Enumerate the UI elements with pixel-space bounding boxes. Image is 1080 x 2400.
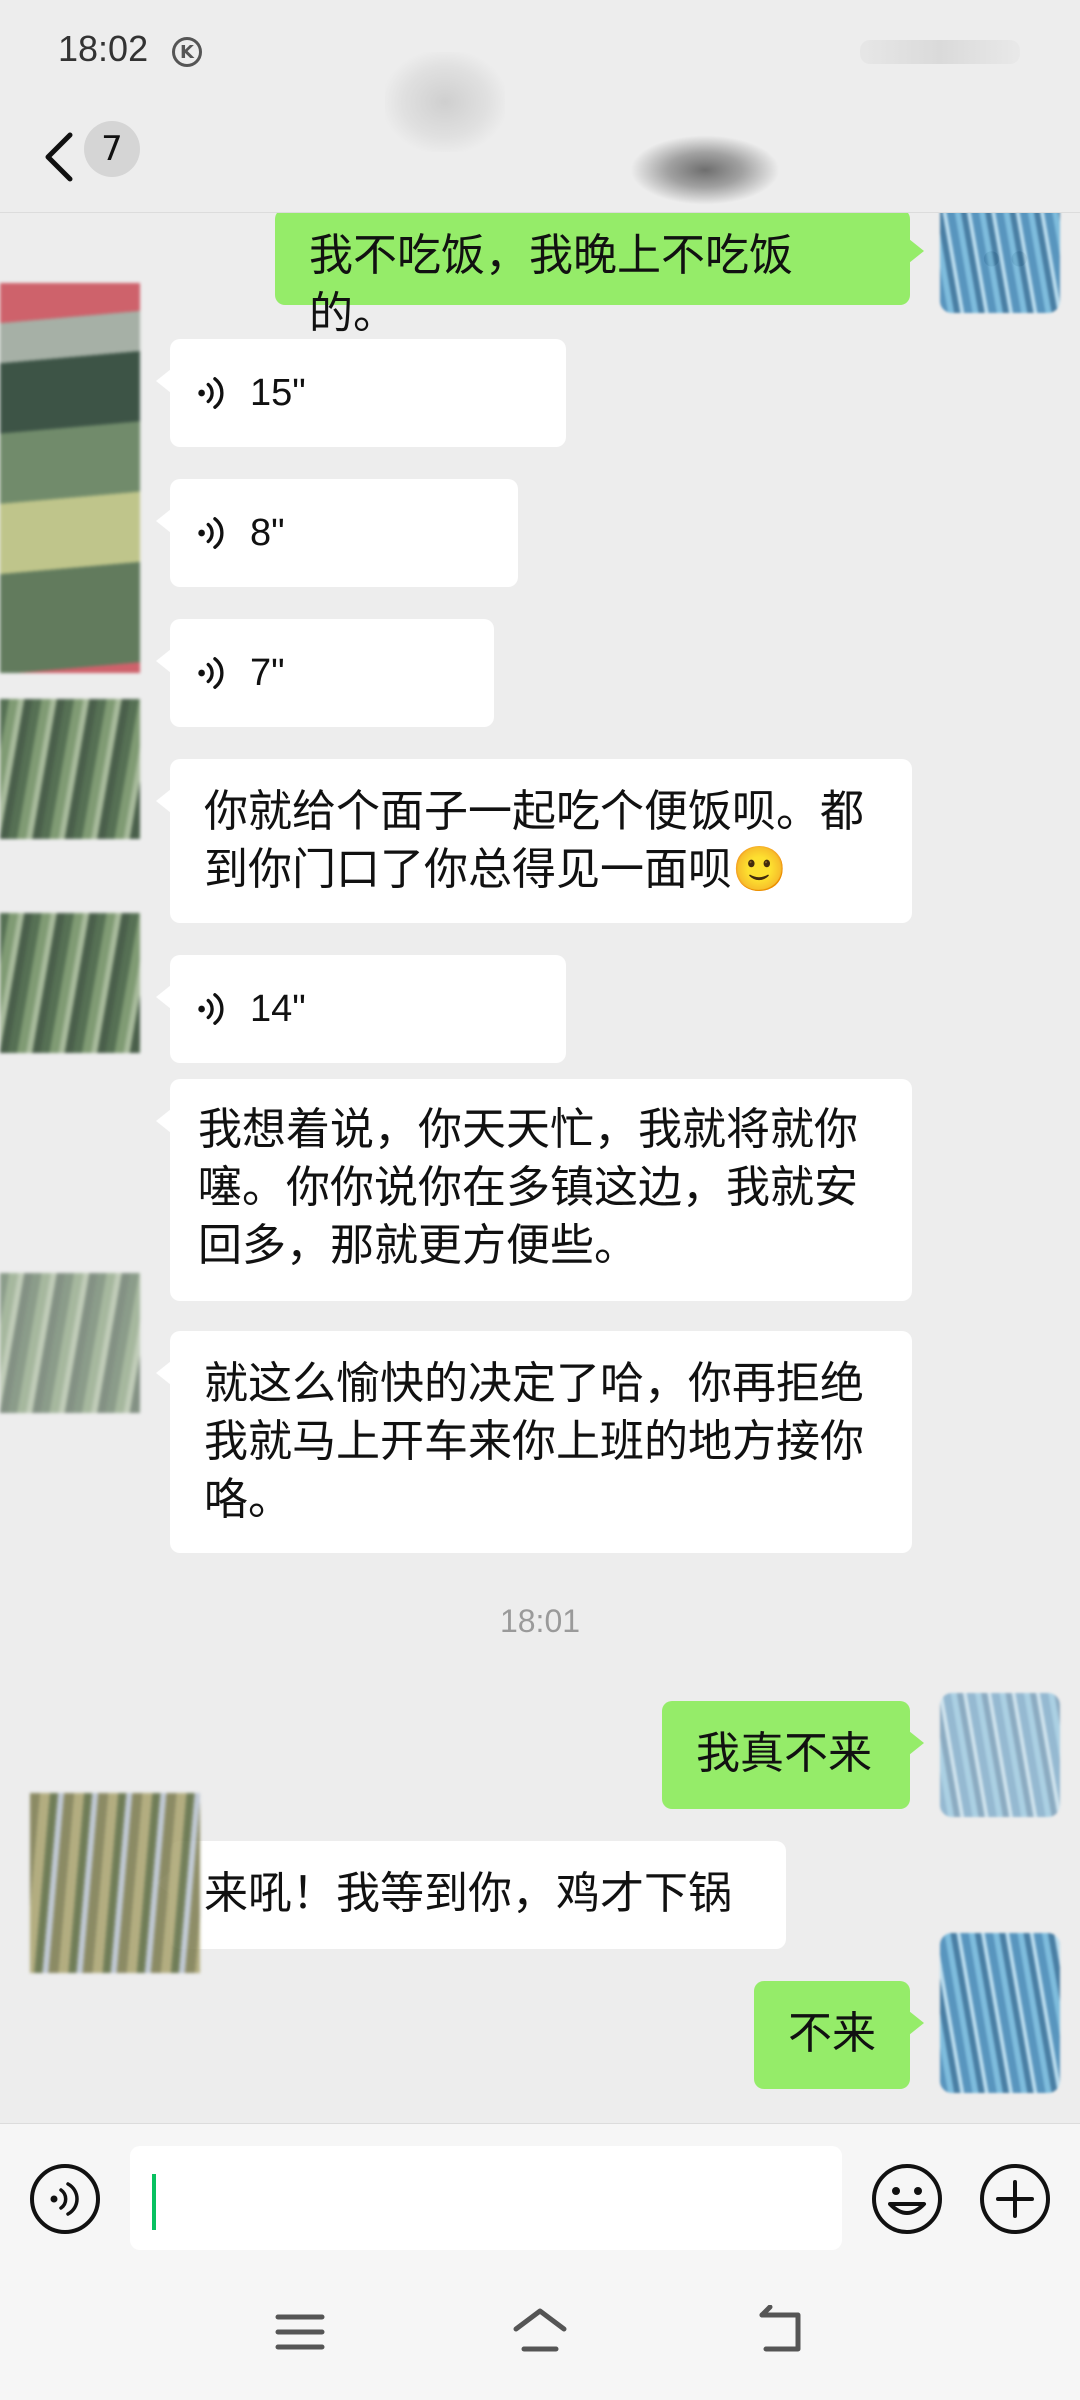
voice-duration: 15" — [250, 372, 306, 414]
message-received[interactable]: 你就给个面子一起吃个便饭呗。都到你门口了你总得见一面呗🙂 — [156, 759, 912, 923]
chat-area[interactable]: 我不吃饭，我晚上不吃饭的。 15" 8" 7" 你就给个面子一起吃个便饭呗。都到… — [0, 213, 1080, 2123]
message-sent[interactable]: 不来 — [754, 1981, 924, 2089]
voice-duration: 8" — [250, 512, 285, 554]
status-bar: 18:02 K — [0, 0, 1080, 105]
add-icon[interactable] — [978, 2162, 1052, 2236]
timestamp-divider: 18:01 — [499, 1603, 581, 1639]
home-icon[interactable] — [510, 2305, 570, 2359]
message-text: 你就给个面子一起吃个便饭呗。都到你门口了你总得见一面呗🙂 — [204, 786, 864, 895]
voice-message[interactable]: 7" — [156, 619, 494, 727]
voice-duration: 14" — [250, 988, 306, 1030]
voice-wave-icon — [198, 517, 224, 549]
avatar-contact[interactable] — [0, 699, 140, 839]
voice-message[interactable]: 14" — [156, 955, 566, 1063]
unread-count-badge[interactable]: 7 — [84, 121, 140, 177]
avatar-contact[interactable] — [0, 283, 140, 673]
message-text: 来吼！我等到你，鸡才下锅 — [204, 1868, 732, 1919]
avatar-self[interactable] — [940, 1933, 1060, 2093]
message-input[interactable] — [130, 2146, 842, 2250]
voice-message[interactable]: 8" — [156, 479, 518, 587]
back-icon[interactable] — [40, 127, 80, 187]
message-received[interactable]: 我想着说，你天天忙，我就将就你噻。你你说你在多镇这边，我就安回多，那就更方便些。 — [156, 1079, 912, 1301]
menu-icon[interactable] — [270, 2305, 330, 2359]
message-received[interactable]: 就这么愉快的决定了哈，你再拒绝我就马上开车来你上班的地方接你咯。 — [156, 1331, 912, 1553]
emoji-icon[interactable] — [870, 2162, 944, 2236]
message-text: 我真不来 — [696, 1728, 872, 1779]
chat-header: ● ● — [0, 105, 1080, 269]
message-text: 我不吃饭，我晚上不吃饭的。 — [309, 230, 793, 339]
avatar-contact[interactable] — [0, 913, 140, 1053]
message-sent[interactable]: 我不吃饭，我晚上不吃饭的。 — [275, 213, 924, 339]
status-time: 18:02 — [58, 28, 149, 69]
system-nav-bar — [0, 2263, 1080, 2400]
avatar-contact[interactable] — [30, 1793, 200, 1973]
back-nav-icon[interactable] — [752, 2305, 812, 2359]
voice-wave-icon — [198, 377, 224, 409]
voice-wave-icon — [198, 993, 224, 1025]
contact-name-blurred — [630, 135, 780, 205]
message-text: 我想着说，你天天忙，我就将就你噻。你你说你在多镇这边，我就安回多，那就更方便些。 — [198, 1104, 858, 1271]
input-bar — [0, 2123, 1080, 2263]
avatar-self[interactable] — [940, 1693, 1060, 1817]
voice-wave-icon — [198, 657, 224, 689]
contact-name-blurred — [385, 52, 505, 152]
voice-duration: 7" — [250, 652, 285, 694]
text-cursor — [152, 2174, 156, 2230]
message-sent[interactable]: 我真不来 — [662, 1701, 924, 1809]
voice-message[interactable]: 15" — [156, 339, 566, 447]
avatar-self[interactable] — [940, 213, 1060, 313]
k-badge-icon: K — [172, 37, 202, 67]
message-text: 不来 — [788, 2008, 876, 2059]
message-text: 就这么愉快的决定了哈，你再拒绝我就马上开车来你上班的地方接你咯。 — [204, 1358, 864, 1525]
avatar-contact[interactable] — [0, 1273, 140, 1413]
message-received[interactable]: 来吼！我等到你，鸡才下锅 — [156, 1841, 786, 1949]
status-icons-blurred — [860, 40, 1020, 64]
voice-input-icon[interactable] — [28, 2162, 102, 2236]
